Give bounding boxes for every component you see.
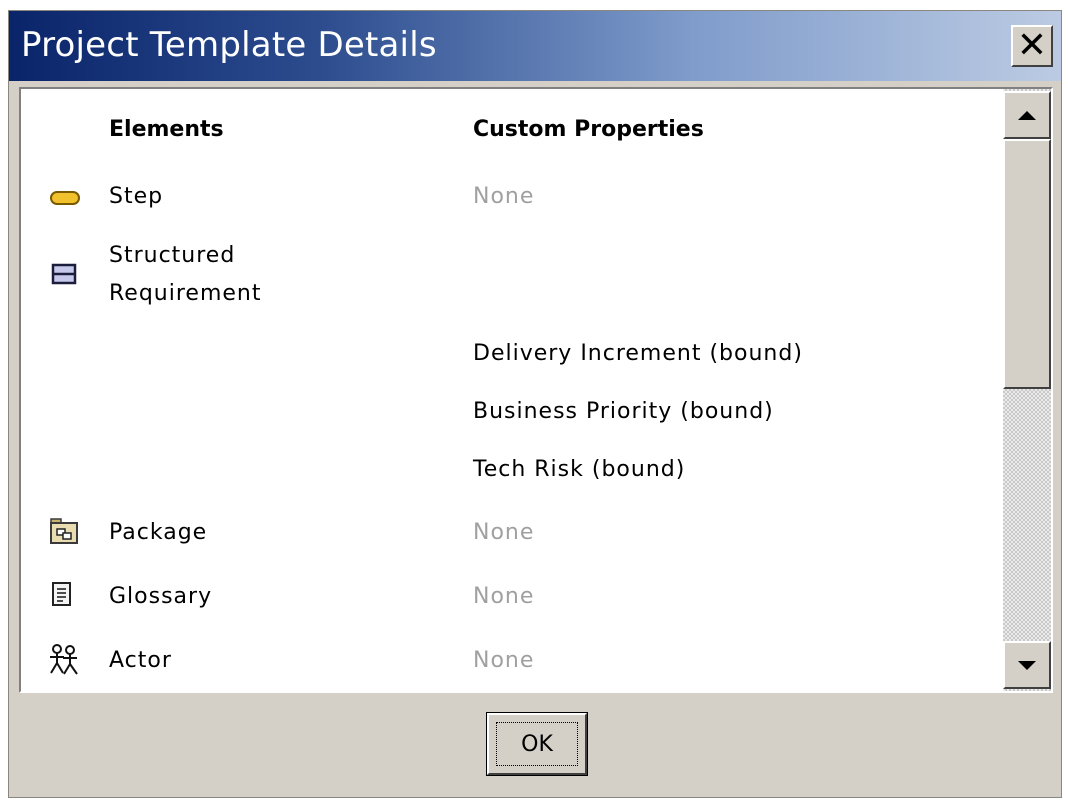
details-table: Elements Custom Properties Step None Str… <box>21 89 1001 691</box>
element-name: Actor <box>109 648 172 673</box>
vertical-scrollbar[interactable] <box>1003 89 1051 691</box>
project-template-details-dialog: Project Template Details ✕ Elements Cust… <box>8 10 1062 798</box>
close-button[interactable]: ✕ <box>1011 25 1053 67</box>
glossary-icon <box>52 582 71 606</box>
ok-button-label: OK <box>496 722 578 766</box>
custom-property-value: None <box>473 648 535 673</box>
title-bar: Project Template Details ✕ <box>9 11 1061 81</box>
template-details-list-view[interactable]: Elements Custom Properties Step None Str… <box>19 87 1053 693</box>
window-title: Project Template Details <box>21 25 437 65</box>
close-icon: ✕ <box>1016 25 1048 66</box>
arrow-down-icon <box>1018 660 1036 670</box>
element-name: Glossary <box>109 584 213 609</box>
actor-icon <box>50 644 78 675</box>
custom-property-value: None <box>473 520 535 545</box>
column-header-elements: Elements <box>109 117 224 142</box>
scrollbar-thumb[interactable] <box>1003 139 1051 389</box>
custom-property-value: None <box>473 584 535 609</box>
custom-property-value: Business Priority (bound) <box>473 399 774 424</box>
package-icon <box>50 518 78 544</box>
scroll-up-button[interactable] <box>1003 91 1051 139</box>
element-name-line2: Requirement <box>109 281 262 306</box>
step-icon <box>50 191 80 205</box>
element-name: Structured <box>109 243 236 268</box>
element-name: Package <box>109 520 208 545</box>
column-header-custom-properties: Custom Properties <box>473 117 704 142</box>
scroll-down-button[interactable] <box>1003 641 1051 689</box>
element-name: Step <box>109 184 164 209</box>
arrow-up-icon <box>1018 110 1036 120</box>
custom-property-value: None <box>473 184 535 209</box>
ok-button[interactable]: OK <box>486 712 588 776</box>
structured-requirement-icon <box>51 263 77 285</box>
custom-property-value: Tech Risk (bound) <box>473 457 686 482</box>
custom-property-value: Delivery Increment (bound) <box>473 341 803 366</box>
